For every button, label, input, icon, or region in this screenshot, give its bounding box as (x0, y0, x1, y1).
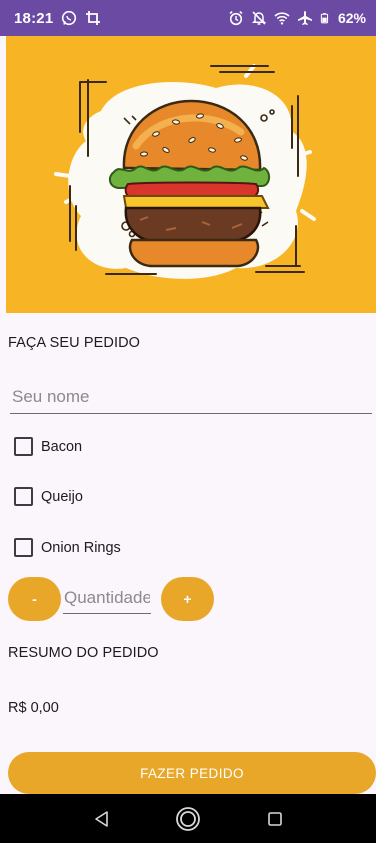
order-form-title: FAÇA SEU PEDIDO (8, 335, 141, 351)
bacon-checkbox[interactable] (14, 437, 33, 456)
quantity-input[interactable] (63, 584, 151, 612)
option-queijo[interactable]: Queijo (14, 487, 83, 506)
app-screen: 18:21 62% FAÇA SEU PEDIDO Seu nome Bacon… (0, 0, 376, 843)
onion-rings-checkbox[interactable] (14, 538, 33, 557)
wifi-icon (274, 12, 290, 25)
back-icon (95, 810, 109, 827)
back-button[interactable] (87, 805, 115, 833)
battery-level: 62% (337, 10, 366, 26)
place-order-button[interactable]: FAZER PEDIDO (8, 752, 376, 794)
queijo-checkbox[interactable] (14, 487, 33, 506)
bacon-label: Bacon (41, 438, 83, 455)
status-time: 18:21 (14, 9, 54, 27)
notifications-off-icon (251, 11, 267, 25)
home-button[interactable] (174, 805, 202, 833)
status-right: 62% (228, 10, 366, 26)
crop-icon (86, 11, 101, 25)
battery-icon (320, 13, 329, 24)
status-left: 18:21 (14, 10, 101, 27)
option-onion-rings[interactable]: Onion Rings (14, 538, 121, 557)
recents-icon (267, 811, 282, 826)
quantity-field-container (63, 584, 151, 614)
whatsapp-icon (62, 10, 77, 26)
queijo-label: Queijo (41, 488, 83, 505)
recents-button[interactable] (261, 805, 289, 833)
decrement-button[interactable]: - (8, 577, 61, 621)
airplane-icon (297, 11, 312, 25)
order-summary-title: RESUMO DO PEDIDO (8, 645, 159, 661)
name-input[interactable] (10, 382, 372, 412)
burger-illustration (6, 36, 376, 313)
option-bacon[interactable]: Bacon (14, 437, 82, 456)
name-field-container (10, 382, 372, 414)
order-total: R$ 0,00 (8, 700, 59, 716)
hero-image (6, 36, 376, 313)
home-icon (176, 806, 200, 831)
system-nav-bar (0, 794, 376, 843)
increment-button[interactable]: + (161, 577, 214, 621)
status-bar: 18:21 62% (0, 0, 376, 36)
alarm-icon (229, 11, 243, 26)
onion-rings-label: Onion Rings (41, 539, 121, 556)
